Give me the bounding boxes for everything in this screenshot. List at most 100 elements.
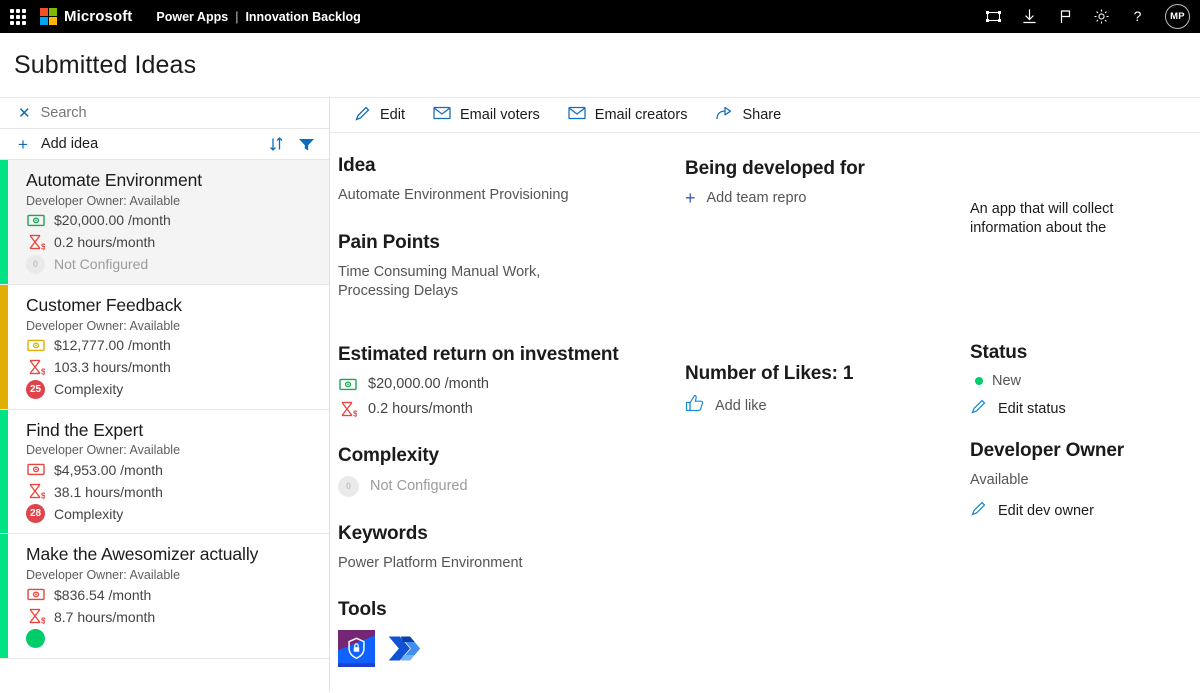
complexity-badge: 25 (26, 380, 45, 399)
search-input[interactable]: Search (41, 105, 87, 121)
microsoft-squares-icon (40, 8, 57, 25)
idea-complexity-metric: 25 Complexity (26, 380, 319, 399)
thumbs-up-icon (685, 394, 704, 417)
idea-money-metric: $836.54 /month (26, 585, 319, 604)
pain-points-section: Pain Points Time Consuming Manual Work, … (338, 232, 678, 302)
idea-heading: Idea (338, 155, 678, 177)
idea-complexity-metric: 28 Complexity (26, 504, 319, 523)
accent-bar (0, 410, 8, 534)
tools-row (338, 630, 678, 667)
idea-money-value: $12,777.00 /month (54, 337, 171, 353)
tools-heading: Tools (338, 599, 678, 621)
idea-complexity-label: Complexity (54, 506, 123, 522)
search-row[interactable]: ✕ Search (0, 98, 329, 129)
pencil-icon (354, 105, 371, 126)
download-icon[interactable] (1019, 7, 1039, 27)
power-automate-icon[interactable] (385, 630, 422, 667)
idea-money-metric: $4,953.00 /month (26, 460, 319, 479)
close-icon[interactable]: ✕ (18, 106, 31, 121)
idea-owner: Developer Owner: Available (26, 568, 319, 582)
roi-heading: Estimated return on investment (338, 344, 678, 366)
keywords-section: Keywords Power Platform Environment (338, 523, 678, 574)
environment-name-label: Innovation Backlog (245, 10, 360, 24)
idea-hours-value: 103.3 hours/month (54, 359, 171, 375)
plus-icon[interactable]: + (18, 136, 28, 153)
idea-money-value: $20,000.00 /month (54, 212, 171, 228)
svg-text:$: $ (41, 616, 45, 626)
app-launcher-icon[interactable] (6, 5, 30, 29)
edit-command[interactable]: Edit (340, 98, 419, 132)
idea-list[interactable]: Automate Environment Developer Owner: Av… (0, 160, 329, 691)
complexity-badge (26, 629, 45, 648)
add-like-button[interactable]: Add like (685, 394, 965, 417)
help-icon[interactable]: ? (1127, 7, 1147, 27)
accent-bar (0, 160, 8, 284)
roi-section: Estimated return on investment $20,000.0… (338, 344, 678, 419)
idea-section: Idea Automate Environment Provisioning (338, 155, 678, 206)
suite-header-bar: Microsoft Power Apps | Innovation Backlo… (0, 0, 1200, 33)
list-item[interactable]: Customer Feedback Developer Owner: Avail… (0, 285, 329, 410)
idea-money-metric: $20,000.00 /month (26, 211, 319, 230)
idea-owner: Developer Owner: Available (26, 443, 319, 457)
idea-complexity-label: Complexity (54, 381, 123, 397)
flag-icon[interactable] (1055, 7, 1075, 27)
detail-column-left: Idea Automate Environment Provisioning P… (338, 155, 678, 693)
user-avatar[interactable]: MP (1165, 4, 1190, 29)
list-item[interactable]: Automate Environment Developer Owner: Av… (0, 160, 329, 285)
svg-text:?: ? (1133, 8, 1141, 24)
money-icon (26, 211, 45, 230)
status-badge: New (992, 373, 1021, 389)
roi-hours-value: 0.2 hours/month (368, 401, 473, 417)
idea-hours-metric: $ 8.7 hours/month (26, 607, 319, 626)
edit-command-label: Edit (380, 107, 405, 123)
microsoft-logo[interactable]: Microsoft (40, 8, 132, 25)
complexity-section: Complexity 0 Not Configured (338, 445, 678, 497)
email-voters-label: Email voters (460, 107, 540, 123)
power-platform-admin-icon[interactable] (338, 630, 375, 667)
complexity-badge: 0 (26, 255, 45, 274)
filter-icon[interactable] (298, 137, 315, 152)
money-icon (26, 585, 45, 604)
add-like-label: Add like (715, 398, 767, 414)
idea-money-metric: $12,777.00 /month (26, 336, 319, 355)
idea-hours-value: 0.2 hours/month (54, 234, 155, 250)
email-creators-command[interactable]: Email creators (554, 98, 702, 132)
pencil-icon (970, 398, 987, 420)
share-icon (715, 105, 733, 125)
add-team-repro-button[interactable]: + Add team repro (685, 189, 965, 207)
sort-icon[interactable] (269, 136, 284, 152)
share-command[interactable]: Share (701, 98, 795, 132)
status-section: Status New Edit status (970, 342, 1200, 420)
page-title-bar: Submitted Ideas (0, 33, 1200, 98)
microsoft-wordmark: Microsoft (64, 8, 132, 25)
list-item[interactable]: Find the Expert Developer Owner: Availab… (0, 410, 329, 535)
idea-complexity-metric (26, 629, 319, 648)
command-bar: Edit Email voters Email creators Share (330, 98, 1200, 133)
edit-status-button[interactable]: Edit status (970, 398, 1200, 420)
email-voters-command[interactable]: Email voters (419, 98, 554, 132)
list-item[interactable]: Make the Awesomizer actually Developer O… (0, 534, 329, 659)
idea-list-panel: ✕ Search + Add idea Automate Environment… (0, 98, 330, 692)
keywords-heading: Keywords (338, 523, 678, 545)
svg-text:$: $ (41, 366, 45, 376)
status-heading: Status (970, 342, 1200, 364)
add-idea-row: + Add idea (0, 129, 329, 160)
add-idea-button[interactable]: Add idea (41, 136, 98, 152)
idea-title: Customer Feedback (26, 294, 319, 317)
breadcrumb-divider: | (235, 10, 238, 24)
status-indicator-dot (975, 377, 983, 385)
idea-title: Find the Expert (26, 419, 319, 442)
settings-gear-icon[interactable] (1091, 7, 1111, 27)
idea-money-value: $4,953.00 /month (54, 462, 163, 478)
keywords-value: Power Platform Environment (338, 554, 678, 574)
likes-heading: Number of Likes: 1 (685, 363, 965, 385)
complexity-heading: Complexity (338, 445, 678, 467)
dev-owner-section: Developer Owner Available Edit dev owner (970, 440, 1200, 522)
edit-dev-owner-button[interactable]: Edit dev owner (970, 500, 1200, 522)
suite-actions: ? MP (983, 4, 1190, 29)
fullscreen-icon[interactable] (983, 7, 1003, 27)
pain-points-heading: Pain Points (338, 232, 678, 254)
idea-detail-panel: Edit Email voters Email creators Share (330, 98, 1200, 692)
svg-text:$: $ (41, 491, 45, 501)
main-body: ✕ Search + Add idea Automate Environment… (0, 98, 1200, 692)
